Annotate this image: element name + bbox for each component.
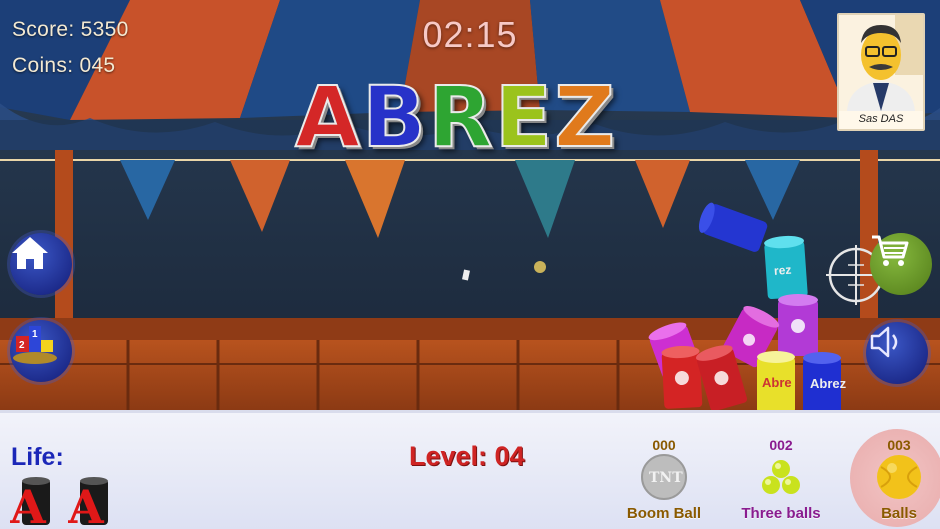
avatar-portrait	[839, 15, 923, 111]
shop-button[interactable]	[870, 233, 932, 295]
player-avatar[interactable]: Sas DAS	[837, 13, 925, 131]
three-balls-icon	[762, 460, 800, 494]
svg-text:Abre: Abre	[762, 375, 792, 390]
logo-letter: R	[427, 68, 495, 166]
svg-text:2: 2	[19, 340, 25, 351]
powerup-count: 003	[887, 437, 911, 453]
powerup-three-balls[interactable]: 002 Three balls	[726, 413, 836, 529]
tnt-ball-icon: TNT	[641, 454, 687, 500]
svg-text:rez: rez	[774, 263, 792, 278]
countdown-timer: 02:15	[422, 14, 518, 55]
logo-letter: B	[361, 68, 429, 166]
status-bar: Life: A A Level: 04 000 TNT Boom Ball 00…	[0, 410, 940, 529]
svg-text:1: 1	[32, 329, 38, 340]
life-can-icon: A	[10, 477, 50, 529]
powerup-name: Balls	[881, 505, 917, 522]
level-indicator: Level: 04	[409, 441, 525, 471]
game-logo: A B R E Z	[294, 68, 655, 166]
svg-text:TNT: TNT	[649, 470, 683, 486]
powerup-count: 002	[769, 437, 793, 453]
shopping-cart-icon	[872, 235, 909, 266]
svg-text:A: A	[10, 480, 47, 529]
ball-icon	[877, 455, 921, 499]
svg-text:A: A	[68, 480, 105, 529]
powerup-name: Three balls	[741, 505, 821, 522]
thrown-ball	[534, 261, 546, 273]
sound-toggle-button[interactable]	[866, 322, 928, 384]
svg-text:Abrez: Abrez	[810, 376, 847, 391]
lives-indicator: A A	[10, 475, 114, 529]
powerup-name: Boom Ball	[626, 505, 702, 522]
logo-letter: A	[294, 68, 363, 166]
podium-icon: 1 2	[13, 326, 57, 364]
powerup-boom-ball[interactable]: 000 TNT Boom Ball	[609, 413, 719, 529]
powerup-count: 000	[652, 437, 676, 453]
player-name: Sas DAS	[858, 113, 904, 125]
logo-letter: E	[494, 68, 555, 166]
coins-display: Coins: 045	[12, 54, 116, 77]
life-can-icon: A	[68, 477, 108, 529]
circus-tent-background: rez Abre Abrez	[0, 0, 940, 410]
home-button[interactable]	[10, 233, 72, 295]
speaker-icon	[870, 326, 898, 358]
game-scene[interactable]: rez Abre Abrez Score: 5350 Coins: 045 02…	[0, 0, 940, 410]
leaderboard-button[interactable]: 1 2	[10, 320, 72, 382]
home-icon	[12, 237, 48, 269]
powerup-balls[interactable]: 003 Balls	[844, 413, 940, 529]
logo-letter: Z	[553, 68, 618, 166]
life-label: Life:	[11, 443, 64, 471]
